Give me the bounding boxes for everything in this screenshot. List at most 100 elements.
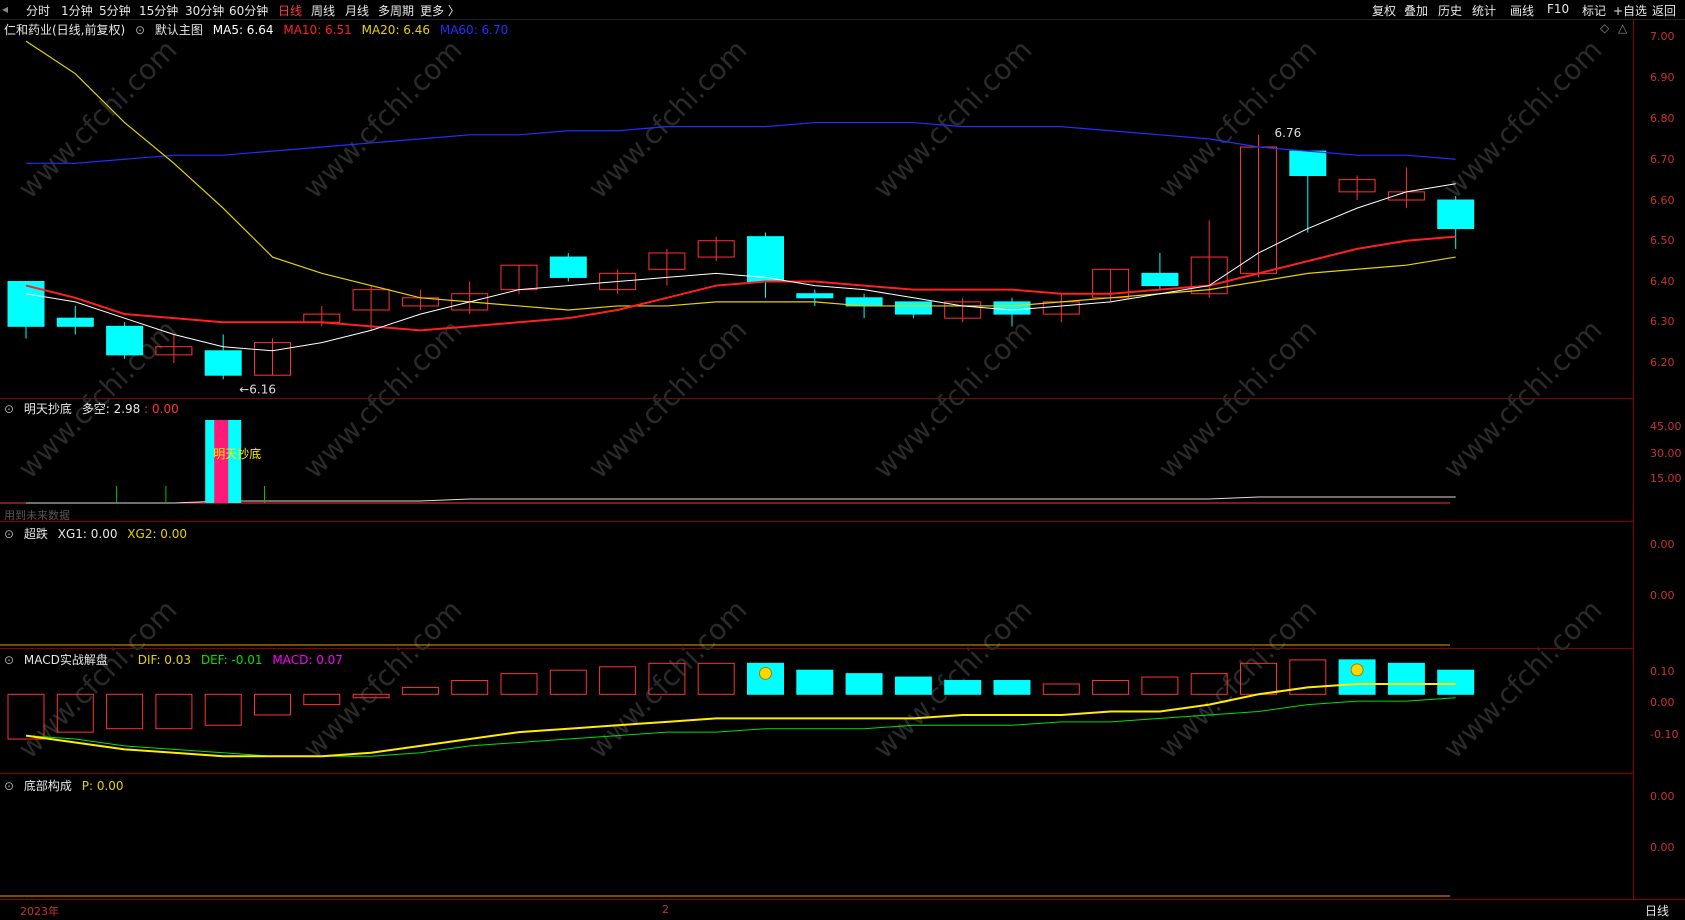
y-tick-label: 0.00 [1650, 841, 1675, 854]
y-tick-label: 0.00 [1650, 790, 1675, 803]
ma5-value: MA5: 6.64 [212, 23, 274, 37]
watermark: www.cfchi.com [12, 33, 184, 205]
y-tick-label: 6.80 [1650, 112, 1675, 125]
dif-value: DIF: 0.03 [137, 653, 192, 667]
macd-bar [549, 669, 587, 695]
watermark: www.cfchi.com [582, 593, 754, 765]
watermark: www.cfchi.com [1437, 33, 1609, 205]
macd-bar [451, 680, 489, 695]
candle-body [1437, 199, 1475, 230]
month-label: 2 [662, 903, 669, 916]
y-tick-label: 45.00 [1650, 420, 1682, 433]
main-legend: 仁和药业(日线,前复权) ⊙ 默认主图 MA5: 6.64 MA10: 6.51… [4, 21, 514, 38]
y-tick-label: 6.20 [1650, 356, 1675, 369]
macd-bar [254, 693, 291, 716]
time-axis: 2023年 2 日线 [0, 899, 1685, 920]
indicator-value: : 0.00 [144, 402, 179, 416]
ma10-line [25, 235, 1456, 332]
collapse-icon[interactable]: ⊙ [4, 779, 14, 793]
candle-body [1289, 150, 1327, 177]
xg1-value: XG1: 0.00 [57, 527, 118, 541]
indicator-name[interactable]: 底部构成 [24, 779, 72, 793]
candle-body [1141, 272, 1179, 287]
macd-bar [894, 676, 932, 695]
macd-bar [1092, 680, 1130, 695]
indicator-name[interactable]: MACD实战解盘 [24, 653, 108, 667]
collapse-icon[interactable]: ⊙ [4, 527, 14, 541]
y-tick-label: 7.00 [1650, 30, 1675, 43]
year-label: 2023年 [20, 905, 59, 918]
y-tick-label: -0.10 [1650, 728, 1679, 741]
watermark: www.cfchi.com [1152, 33, 1324, 205]
candle-body [549, 256, 587, 278]
signal-arrow: ^ [215, 435, 225, 449]
indicator-name[interactable]: 超跌 [24, 527, 48, 541]
ma60-value: MA60: 6.70 [439, 23, 509, 37]
collapse-icon[interactable]: ⊙ [4, 653, 14, 667]
smile-icon [759, 666, 772, 680]
candle-body [204, 350, 242, 376]
ma10-value: MA10: 6.51 [283, 23, 352, 37]
y-tick-label: 6.50 [1650, 234, 1675, 247]
def-value: DEF: -0.01 [200, 653, 263, 667]
def-line [25, 697, 1456, 757]
macd-bar [993, 680, 1031, 695]
p-value: P: 0.00 [81, 779, 124, 793]
macd-bar [697, 662, 735, 695]
watermark: www.cfchi.com [297, 33, 469, 205]
macd-bar [599, 666, 637, 695]
future-data-warning: 用到未来数据 [4, 509, 70, 522]
y-tick-label: 0.00 [1650, 696, 1675, 709]
macd-bar [500, 673, 538, 695]
candle-body [747, 236, 784, 283]
diamond-icon[interactable]: ◇ [1600, 21, 1609, 35]
kline-chart[interactable]: www.cfchi.com www.cfchi.com www.cfchi.com w… [0, 0, 1685, 919]
watermark: www.cfchi.com [867, 33, 1039, 205]
watermark: www.cfchi.com [1152, 313, 1324, 485]
up-arrow-icon[interactable]: △ [1618, 21, 1627, 35]
macd-bar [1141, 676, 1179, 695]
signal-bar-inner [214, 420, 229, 503]
panel5-legend: ⊙ 底部构成 P: 0.00 [4, 777, 130, 794]
y-tick-label: 0.00 [1650, 538, 1675, 551]
y-tick-label: 30.00 [1650, 447, 1682, 460]
macd-bar [106, 693, 144, 730]
y-tick-label: 6.30 [1650, 315, 1675, 328]
y-tick-label: 6.60 [1650, 194, 1675, 207]
ma20-value: MA20: 6.46 [361, 23, 431, 37]
watermark: www.cfchi.com [1437, 313, 1609, 485]
y-tick-label: 15.00 [1650, 472, 1682, 485]
y-tick-label: 6.90 [1650, 71, 1675, 84]
panel2-legend: ⊙ 明天抄底 多空: 2.98 : 0.00 [4, 400, 185, 417]
candle-body [796, 293, 834, 299]
y-tick-label: 0.00 [1650, 589, 1675, 602]
collapse-icon[interactable]: ⊙ [135, 23, 145, 37]
macd-bar [796, 669, 834, 695]
watermark: www.cfchi.com [1152, 593, 1324, 765]
candle-body [894, 301, 932, 315]
period-label[interactable]: 日线 [1645, 902, 1669, 919]
indicator-name[interactable]: 明天抄底 [24, 402, 72, 416]
macd-bar [944, 680, 982, 695]
macd-bar [1387, 662, 1425, 695]
watermark: www.cfchi.com [582, 313, 754, 485]
panel3-legend: ⊙ 超跌 XG1: 0.00 XG2: 0.00 [4, 525, 193, 542]
low-price-marker: ←6.16 [239, 382, 276, 396]
watermark: www.cfchi.com [582, 33, 754, 205]
template-name[interactable]: 默认主图 [155, 23, 203, 37]
kongduo-value: 多空: 2.98 [81, 402, 141, 416]
macd-bar [401, 686, 439, 695]
collapse-icon[interactable]: ⊙ [4, 402, 14, 416]
y-tick-label: 0.10 [1650, 665, 1675, 678]
high-price-marker: 6.76 [1275, 126, 1302, 140]
smile-icon [1350, 663, 1364, 677]
candle-body [56, 317, 94, 327]
watermark: www.cfchi.com [297, 313, 469, 485]
panel4-legend: ⊙ MACD实战解盘 DIF: 0.03 DEF: -0.01 MACD: 0.… [4, 651, 349, 668]
macd-bar [155, 693, 193, 730]
candle-body [993, 301, 1031, 315]
macd-bar [845, 673, 883, 695]
stock-title: 仁和药业(日线,前复权) [4, 23, 126, 37]
watermark: www.cfchi.com [867, 593, 1039, 765]
y-tick-label: 6.40 [1650, 275, 1675, 288]
